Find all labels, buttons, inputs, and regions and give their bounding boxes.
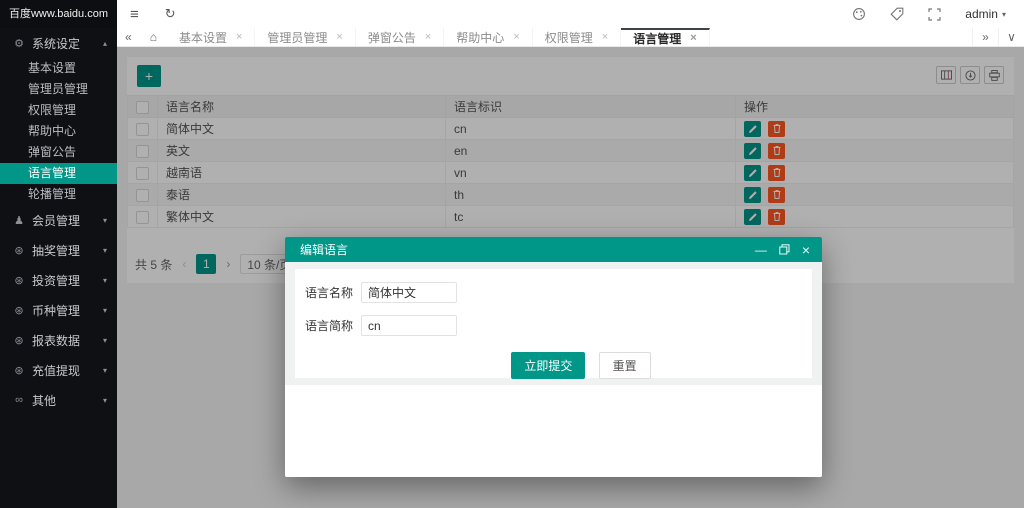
minimize-icon[interactable]: —: [755, 244, 767, 256]
chevron-icon: ▾: [102, 275, 107, 285]
tag-icon[interactable]: [890, 7, 904, 21]
submit-button[interactable]: 立即提交: [511, 352, 586, 379]
tab-item[interactable]: 弹窗公告 ×: [356, 28, 445, 46]
edit-language-modal: 编辑语言 — × 语言名称 语言简称: [285, 237, 822, 477]
chevron-icon: ▾: [102, 335, 107, 345]
tab-label: 弹窗公告: [367, 30, 416, 45]
sidebar-section[interactable]: ⊛ 充值提现 ▾: [0, 355, 117, 385]
sidebar-item[interactable]: 基本设置: [0, 58, 117, 79]
sidebar-item-label: 轮播管理: [28, 187, 77, 201]
home-tab-icon[interactable]: ⌂: [140, 28, 167, 46]
main-area: ≡ ↻ admin ▾ « ⌂ 基本设置 × 管理员管理 × 弹窗公告 × 帮助…: [117, 0, 1024, 508]
sidebar-section-label: 充值提现: [32, 363, 81, 378]
edit-form: 语言名称 语言简称 立即提交 重置: [295, 269, 812, 379]
tab-item[interactable]: 管理员管理 ×: [255, 28, 356, 46]
chevron-icon: ▾: [102, 395, 107, 405]
infinity-icon: ∞: [15, 394, 23, 406]
close-icon[interactable]: ×: [802, 242, 810, 258]
tab-list: 基本设置 × 管理员管理 × 弹窗公告 × 帮助中心 × 权限管理 × 语言管理…: [167, 28, 710, 46]
content-area: + 语言名称 语言标识 操作 简体中文 cn 英文 en 越南语 vn 泰语 t…: [117, 47, 1024, 508]
refresh-icon[interactable]: ↻: [165, 6, 176, 22]
tab-label: 基本设置: [178, 30, 227, 45]
tab-item[interactable]: 权限管理 ×: [533, 28, 622, 46]
tabs-scroll-right-icon[interactable]: »: [972, 28, 998, 46]
language-code-label: 语言简称: [305, 319, 354, 333]
sidebar-item-label: 语言管理: [28, 166, 77, 180]
sidebar-item-label: 基本设置: [28, 61, 77, 75]
tab-label: 管理员管理: [267, 30, 328, 45]
tabs-scroll-left-icon[interactable]: «: [117, 28, 140, 46]
sidebar-section-label: 会员管理: [32, 213, 81, 228]
sidebar-section-label: 抽奖管理: [32, 243, 81, 258]
fullscreen-icon[interactable]: [928, 7, 941, 21]
circle-icon: ⊛: [14, 274, 24, 287]
tab-close-icon[interactable]: ×: [336, 31, 342, 43]
sidebar-section-label: 其他: [32, 393, 57, 408]
sidebar-section-label: 币种管理: [32, 303, 81, 318]
circle-icon: ⊛: [14, 244, 24, 257]
sidebar-section[interactable]: ⊛ 币种管理 ▾: [0, 295, 117, 325]
sidebar-item[interactable]: 权限管理: [0, 100, 117, 121]
sidebar-section[interactable]: ⊛ 投资管理 ▾: [0, 265, 117, 295]
tab-close-icon[interactable]: ×: [236, 31, 242, 43]
sidebar-section[interactable]: ⊛ 报表数据 ▾: [0, 325, 117, 355]
language-code-input[interactable]: [361, 315, 457, 336]
modal-title: 编辑语言: [300, 243, 349, 257]
sidebar-section-label: 系统设定: [32, 36, 81, 51]
tab-label: 语言管理: [633, 31, 682, 46]
language-name-input[interactable]: [361, 282, 457, 303]
gear-icon: ⚙: [14, 37, 24, 50]
tab-label: 权限管理: [544, 30, 593, 45]
sidebar-item[interactable]: 轮播管理: [0, 184, 117, 205]
sidebar-item-label: 帮助中心: [28, 124, 77, 138]
theme-palette-icon[interactable]: [852, 7, 866, 21]
circle-icon: ⊛: [14, 304, 24, 317]
sidebar-section[interactable]: ∞ 其他 ▾: [0, 385, 117, 415]
reset-button[interactable]: 重置: [598, 352, 651, 379]
maximize-icon[interactable]: [779, 244, 790, 255]
sidebar-section[interactable]: ⊛ 抽奖管理 ▾: [0, 235, 117, 265]
sidebar-section-label: 投资管理: [32, 273, 81, 288]
tab-close-icon[interactable]: ×: [602, 31, 608, 43]
sidebar: 百度www.baidu.com ⚙ 系统设定 ▴ 基本设置 管理员管理 权限管理…: [0, 0, 117, 508]
sidebar-item[interactable]: 弹窗公告: [0, 142, 117, 163]
sidebar-item-label: 弹窗公告: [28, 145, 77, 159]
chevron-icon: ▾: [102, 245, 107, 255]
sidebar-item-label: 管理员管理: [28, 82, 89, 96]
tab-item[interactable]: 基本设置 ×: [167, 28, 256, 46]
circle-icon: ⊛: [14, 334, 24, 347]
username: admin: [965, 7, 998, 21]
sidebar-item-label: 权限管理: [28, 103, 77, 117]
sidebar-menu: ⚙ 系统设定 ▴ 基本设置 管理员管理 权限管理 帮助中心 弹窗公告 语言管理 …: [0, 28, 117, 415]
modal-header[interactable]: 编辑语言 — ×: [285, 237, 822, 262]
sidebar-section[interactable]: ⚙ 系统设定 ▴: [0, 28, 117, 58]
sidebar-item[interactable]: 语言管理: [0, 163, 117, 184]
topbar: ≡ ↻ admin ▾: [117, 0, 1024, 28]
sidebar-item[interactable]: 管理员管理: [0, 79, 117, 100]
collapse-menu-icon[interactable]: ≡: [130, 6, 139, 23]
tab-bar: « ⌂ 基本设置 × 管理员管理 × 弹窗公告 × 帮助中心 × 权限管理 × …: [117, 28, 1024, 47]
tabs-menu-icon[interactable]: ∨: [998, 28, 1024, 46]
modal-body: 语言名称 语言简称 立即提交 重置: [285, 262, 822, 385]
tab-close-icon[interactable]: ×: [690, 32, 696, 44]
language-name-label: 语言名称: [305, 286, 354, 300]
chevron-down-icon: ▾: [1001, 9, 1006, 19]
app-logo: 百度www.baidu.com: [0, 0, 117, 28]
user-icon: ♟: [14, 214, 24, 227]
chevron-icon: ▴: [102, 38, 107, 48]
chevron-icon: ▾: [102, 365, 107, 375]
chevron-icon: ▾: [102, 215, 107, 225]
sidebar-section-label: 报表数据: [32, 333, 81, 348]
tab-close-icon[interactable]: ×: [513, 31, 519, 43]
tab-item[interactable]: 帮助中心 ×: [444, 28, 533, 46]
sidebar-item[interactable]: 帮助中心: [0, 121, 117, 142]
user-menu[interactable]: admin ▾: [965, 7, 1006, 21]
tab-close-icon[interactable]: ×: [425, 31, 431, 43]
tab-label: 帮助中心: [456, 30, 505, 45]
chevron-icon: ▾: [102, 305, 107, 315]
circle-icon: ⊛: [14, 364, 24, 377]
modal-footer-space: [285, 385, 822, 477]
tab-item[interactable]: 语言管理 ×: [621, 28, 710, 46]
sidebar-section[interactable]: ♟ 会员管理 ▾: [0, 205, 117, 235]
